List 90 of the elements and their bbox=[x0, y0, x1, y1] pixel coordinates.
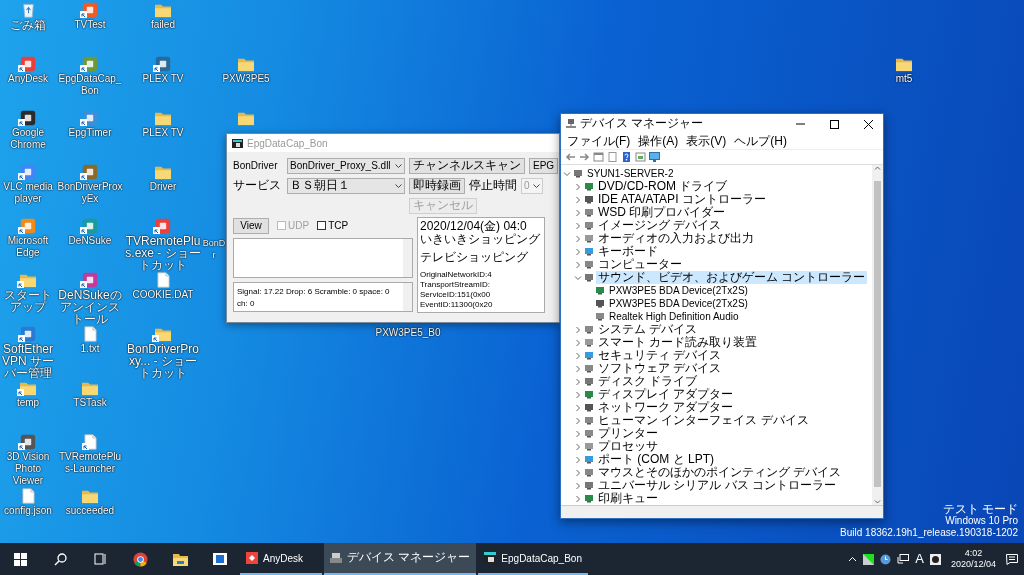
tree-item[interactable]: ユニバーサル シリアル バス コントローラー bbox=[596, 479, 838, 492]
system-notice: テスト モード bbox=[942, 503, 1018, 515]
icon-label: DeNSuke bbox=[68, 235, 112, 247]
system-notice: Build 18362.19h1_release.190318-1202 bbox=[840, 527, 1018, 539]
view-button[interactable]: View bbox=[233, 217, 269, 234]
icon-label: PXW3PE5 bbox=[222, 73, 270, 85]
tree-item[interactable]: IDE ATA/ATAPI コントローラー bbox=[596, 193, 768, 206]
dropdown[interactable]: ＢＳ朝日１ bbox=[287, 177, 405, 194]
icon-label: BonDr bbox=[202, 237, 226, 261]
field-label: BonDriver bbox=[233, 160, 279, 171]
tree-item[interactable]: Realtek High Definition Audio bbox=[607, 310, 741, 323]
window-title: EpgDataCap_Bon bbox=[247, 137, 328, 149]
checkbox-label: TCP bbox=[328, 220, 349, 231]
icon-label: 3D Vision Photo Viewer bbox=[5, 451, 51, 487]
taskbar-button[interactable]: デバイス マネージャー bbox=[324, 543, 477, 575]
icon-label: VLC media player bbox=[2, 181, 54, 205]
tree-item[interactable]: ポート (COM と LPT) bbox=[596, 453, 716, 466]
icon-label: TSTask bbox=[73, 397, 107, 409]
info-line: いきいきショッピング bbox=[420, 233, 541, 247]
icon-label: スタートアップ bbox=[3, 289, 53, 313]
tree-item[interactable]: SYUN1-SERVER-2 bbox=[585, 167, 676, 180]
icon-label: BonDriverProxyEx bbox=[57, 181, 123, 205]
icon-label: AnyDesk bbox=[8, 73, 48, 85]
tree-item[interactable]: サウンド、ビデオ、およびゲーム コントローラー bbox=[596, 271, 868, 284]
status-text: Signal: 17.22 Drop: 6 Scramble: 0 space: 0 ch: 0 bbox=[237, 287, 390, 308]
tree-item[interactable]: イメージング デバイス bbox=[596, 219, 724, 232]
taskbar-button[interactable]: EpgDataCap_Bon bbox=[478, 543, 588, 575]
icon-label: config.json bbox=[4, 505, 52, 517]
tree-item[interactable]: プリンター bbox=[596, 427, 660, 440]
tree-item[interactable]: ヒューマン インターフェイス デバイス bbox=[596, 414, 811, 427]
icon-label: SoftEther VPN サーバー管理 bbox=[1, 343, 55, 379]
menu-item[interactable]: 操作(A) bbox=[635, 135, 682, 148]
menu-item[interactable]: ヘルプ(H) bbox=[731, 135, 790, 148]
icon-label: EpgTimer bbox=[68, 127, 112, 139]
tree-item[interactable]: DVD/CD-ROM ドライブ bbox=[596, 180, 730, 193]
info-line: テレビショッピング bbox=[420, 251, 529, 265]
tree-item[interactable]: ディスプレイ アダプター bbox=[596, 388, 736, 401]
record-button[interactable]: 即時録画 bbox=[409, 177, 465, 194]
window-title: デバイス マネージャー bbox=[580, 117, 704, 131]
tree-item[interactable]: セキュリティ デバイス bbox=[596, 349, 724, 362]
clock[interactable]: 4:02 2020/12/04 bbox=[946, 548, 1000, 570]
info-line: TransportStreamID: bbox=[420, 279, 491, 290]
icon-label: BonDriverProxy... - ショートカット bbox=[126, 343, 200, 379]
icon-label: PXW3PE5_B0 bbox=[375, 327, 441, 339]
tree-item[interactable]: ネットワーク アダプター bbox=[596, 401, 736, 414]
tree-item[interactable]: システム デバイス bbox=[596, 323, 700, 336]
info-line: 2020/12/04(金) 04:0 bbox=[420, 220, 528, 233]
icon-label: Google Chrome bbox=[9, 127, 47, 151]
icon-label: ごみ箱 bbox=[10, 19, 46, 31]
tree-item[interactable]: オーディオの入力および出力 bbox=[596, 232, 756, 245]
icon-label: temp bbox=[16, 397, 40, 409]
tree-item[interactable]: キーボード bbox=[596, 245, 660, 258]
tree-item[interactable]: ソフトウェア デバイス bbox=[596, 362, 724, 375]
tree-item[interactable]: コンピューター bbox=[596, 258, 684, 271]
icon-label: PLEX TV bbox=[142, 73, 184, 85]
dropdown[interactable]: BonDriver_Proxy_S.dll bbox=[287, 157, 405, 174]
info-line: ServiceID:151(0x00 bbox=[420, 289, 492, 300]
icon-label: DeNSukeのアンインストール bbox=[57, 289, 123, 325]
scan-button[interactable]: チャンネルスキャン bbox=[409, 157, 525, 174]
taskbar-button[interactable]: AnyDesk bbox=[240, 543, 322, 575]
icon-label: PLEX TV bbox=[142, 127, 184, 139]
icon-label: TVRemotePlus-Launcher bbox=[57, 451, 123, 475]
menu-item[interactable]: ファイル(F) bbox=[564, 135, 634, 148]
icon-label: failed bbox=[151, 19, 175, 31]
tree-item[interactable]: WSD 印刷プロバイダー bbox=[596, 206, 728, 219]
menu-item[interactable]: 表示(V) bbox=[683, 135, 730, 148]
tree-item[interactable]: マウスとそのほかのポインティング デバイス bbox=[596, 466, 844, 479]
system-notice: Windows 10 Pro bbox=[945, 515, 1018, 527]
tree-item[interactable]: 印刷キュー bbox=[596, 492, 660, 505]
tree-item[interactable]: スマート カード読み取り装置 bbox=[596, 336, 760, 349]
icon-label: mt5 bbox=[895, 73, 913, 85]
epg-button[interactable]: EPG bbox=[529, 157, 559, 174]
icon-label: Driver bbox=[149, 181, 177, 193]
icon-label: EpgDataCap_Bon bbox=[57, 73, 123, 97]
checkbox-label: UDP bbox=[288, 220, 310, 231]
field-label: 停止時間 bbox=[469, 178, 517, 193]
tree-item[interactable]: PXW3PE5 BDA Device(2Tx2S) bbox=[607, 297, 750, 310]
icon-label: TVTest bbox=[74, 19, 106, 31]
field-label: サービス bbox=[233, 178, 282, 193]
tree-item[interactable]: プロセッサ bbox=[596, 440, 660, 453]
icon-label: COOKIE.DAT bbox=[132, 289, 194, 301]
info-line: OriginalNetworkID:4 bbox=[420, 269, 493, 280]
icon-label: succeeded bbox=[65, 505, 115, 517]
icon-label: 1.txt bbox=[80, 343, 100, 355]
icon-label: TVRemotePlus.exe - ショートカット bbox=[124, 235, 202, 271]
tree-item[interactable]: PXW3PE5 BDA Device(2Tx2S) bbox=[607, 284, 750, 297]
tree-item[interactable]: ディスク ドライブ bbox=[596, 375, 700, 388]
icon-label: Microsoft Edge bbox=[6, 235, 50, 259]
ime-indicator[interactable]: A bbox=[915, 551, 924, 567]
info-line: EventID:11300(0x20 bbox=[420, 299, 494, 310]
